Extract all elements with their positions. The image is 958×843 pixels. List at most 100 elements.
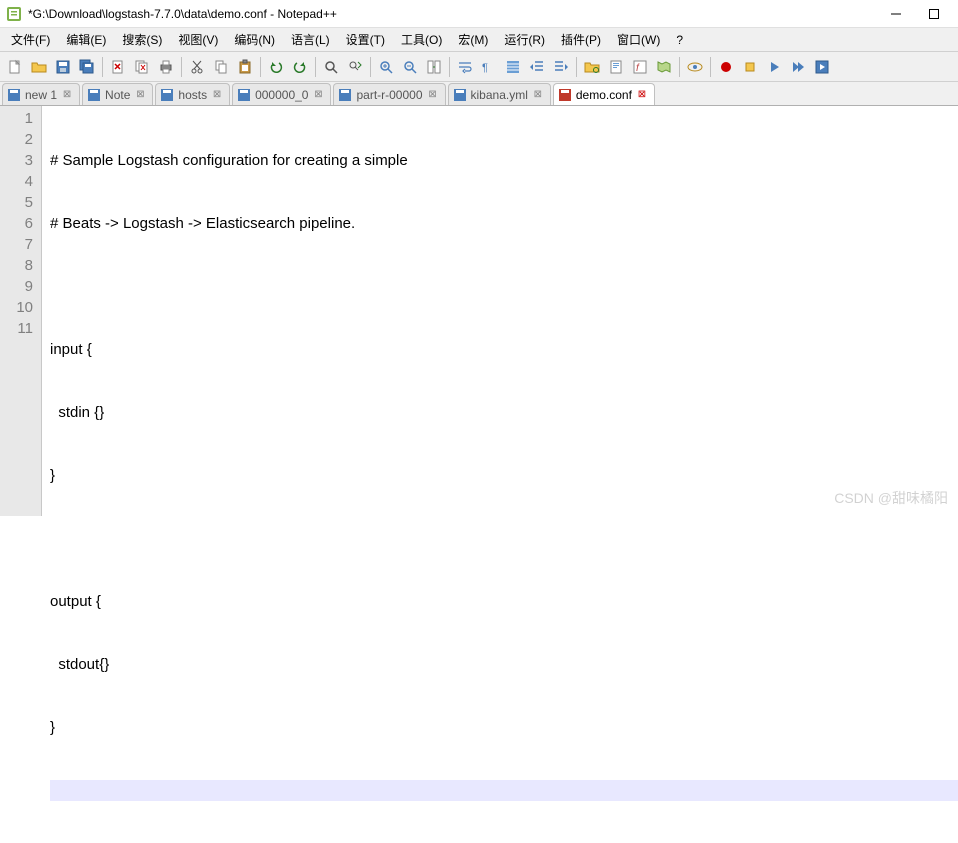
code-line: stdout{} bbox=[50, 654, 958, 675]
file-icon bbox=[237, 88, 251, 102]
redo-icon[interactable] bbox=[289, 56, 311, 78]
tab-close-icon[interactable]: ⊠ bbox=[211, 89, 223, 101]
menu-plugins[interactable]: 插件(P) bbox=[554, 28, 608, 51]
indent-guide-icon[interactable] bbox=[502, 56, 524, 78]
menu-search[interactable]: 搜索(S) bbox=[115, 28, 169, 51]
tab-note[interactable]: Note ⊠ bbox=[82, 83, 153, 105]
line-number: 1 bbox=[0, 108, 33, 129]
file-icon bbox=[160, 88, 174, 102]
line-number: 7 bbox=[0, 234, 33, 255]
find-icon[interactable] bbox=[320, 56, 342, 78]
menu-macro[interactable]: 宏(M) bbox=[451, 28, 495, 51]
sync-scroll-icon[interactable] bbox=[423, 56, 445, 78]
window-title: *G:\Download\logstash-7.7.0\data\demo.co… bbox=[28, 7, 886, 21]
save-macro-icon[interactable] bbox=[811, 56, 833, 78]
doc-map-icon[interactable] bbox=[605, 56, 627, 78]
line-number: 8 bbox=[0, 255, 33, 276]
menu-edit[interactable]: 编辑(E) bbox=[59, 28, 113, 51]
toolbar-separator bbox=[102, 57, 103, 77]
toolbar-separator bbox=[679, 57, 680, 77]
indent-less-icon[interactable] bbox=[526, 56, 548, 78]
file-icon bbox=[338, 88, 352, 102]
tab-close-icon[interactable]: ⊠ bbox=[636, 89, 648, 101]
tab-bar: new 1 ⊠ Note ⊠ hosts ⊠ 000000_0 ⊠ part-r… bbox=[0, 82, 958, 106]
tab-close-icon[interactable]: ⊠ bbox=[61, 89, 73, 101]
app-icon bbox=[6, 6, 22, 22]
tab-part-r[interactable]: part-r-00000 ⊠ bbox=[333, 83, 445, 105]
menu-encoding[interactable]: 编码(N) bbox=[227, 28, 282, 51]
zoom-in-icon[interactable] bbox=[375, 56, 397, 78]
code-line: } bbox=[50, 717, 958, 738]
toolbar-separator bbox=[315, 57, 316, 77]
file-icon bbox=[87, 88, 101, 102]
replace-icon[interactable] bbox=[344, 56, 366, 78]
minimize-button[interactable] bbox=[886, 4, 906, 24]
map-view-icon[interactable] bbox=[653, 56, 675, 78]
menu-bar: 文件(F) 编辑(E) 搜索(S) 视图(V) 编码(N) 语言(L) 设置(T… bbox=[0, 28, 958, 52]
line-number: 2 bbox=[0, 129, 33, 150]
toolbar-separator bbox=[370, 57, 371, 77]
menu-settings[interactable]: 设置(T) bbox=[339, 28, 392, 51]
tab-label: hosts bbox=[178, 88, 207, 102]
folder-view-icon[interactable] bbox=[581, 56, 603, 78]
func-list-icon[interactable]: f bbox=[629, 56, 651, 78]
toolbar-separator bbox=[449, 57, 450, 77]
tab-hosts[interactable]: hosts ⊠ bbox=[155, 83, 230, 105]
menu-language[interactable]: 语言(L) bbox=[284, 28, 337, 51]
line-number: 9 bbox=[0, 276, 33, 297]
maximize-button[interactable] bbox=[924, 4, 944, 24]
menu-file[interactable]: 文件(F) bbox=[4, 28, 57, 51]
tab-000000[interactable]: 000000_0 ⊠ bbox=[232, 83, 331, 105]
menu-window[interactable]: 窗口(W) bbox=[610, 28, 667, 51]
tab-label: new 1 bbox=[25, 88, 57, 102]
tab-close-icon[interactable]: ⊠ bbox=[532, 89, 544, 101]
record-macro-icon[interactable] bbox=[715, 56, 737, 78]
code-line: input { bbox=[50, 339, 958, 360]
tab-close-icon[interactable]: ⊠ bbox=[312, 89, 324, 101]
svg-text:¶: ¶ bbox=[482, 62, 488, 74]
copy-icon[interactable] bbox=[210, 56, 232, 78]
menu-run[interactable]: 运行(R) bbox=[497, 28, 552, 51]
code-line: } bbox=[50, 465, 958, 486]
toolbar-separator bbox=[181, 57, 182, 77]
all-chars-icon[interactable]: ¶ bbox=[478, 56, 500, 78]
code-line: # Beats -> Logstash -> Elasticsearch pip… bbox=[50, 213, 958, 234]
close-all-icon[interactable] bbox=[131, 56, 153, 78]
line-number: 11 bbox=[0, 318, 33, 339]
cut-icon[interactable] bbox=[186, 56, 208, 78]
close-icon[interactable] bbox=[107, 56, 129, 78]
indent-more-icon[interactable] bbox=[550, 56, 572, 78]
undo-icon[interactable] bbox=[265, 56, 287, 78]
code-area[interactable]: # Sample Logstash configuration for crea… bbox=[42, 106, 958, 516]
play-multi-icon[interactable] bbox=[787, 56, 809, 78]
toolbar-separator bbox=[710, 57, 711, 77]
file-icon bbox=[453, 88, 467, 102]
line-number: 4 bbox=[0, 171, 33, 192]
line-number: 6 bbox=[0, 213, 33, 234]
menu-view[interactable]: 视图(V) bbox=[171, 28, 225, 51]
code-line bbox=[50, 276, 958, 297]
zoom-out-icon[interactable] bbox=[399, 56, 421, 78]
code-line: stdin {} bbox=[50, 402, 958, 423]
tab-label: part-r-00000 bbox=[356, 88, 422, 102]
paste-icon[interactable] bbox=[234, 56, 256, 78]
save-all-icon[interactable] bbox=[76, 56, 98, 78]
monitor-icon[interactable] bbox=[684, 56, 706, 78]
open-file-icon[interactable] bbox=[28, 56, 50, 78]
tab-close-icon[interactable]: ⊠ bbox=[134, 89, 146, 101]
menu-help[interactable]: ? bbox=[669, 30, 690, 50]
new-file-icon[interactable] bbox=[4, 56, 26, 78]
play-macro-icon[interactable] bbox=[763, 56, 785, 78]
wordwrap-icon[interactable] bbox=[454, 56, 476, 78]
tab-new-1[interactable]: new 1 ⊠ bbox=[2, 83, 80, 105]
window-controls bbox=[886, 4, 954, 24]
menu-tools[interactable]: 工具(O) bbox=[394, 28, 449, 51]
print-icon[interactable] bbox=[155, 56, 177, 78]
save-icon[interactable] bbox=[52, 56, 74, 78]
stop-macro-icon[interactable] bbox=[739, 56, 761, 78]
tab-demo-conf[interactable]: demo.conf ⊠ bbox=[553, 83, 655, 105]
tab-kibana[interactable]: kibana.yml ⊠ bbox=[448, 83, 551, 105]
tab-close-icon[interactable]: ⊠ bbox=[427, 89, 439, 101]
toolbar-separator bbox=[260, 57, 261, 77]
title-bar: *G:\Download\logstash-7.7.0\data\demo.co… bbox=[0, 0, 958, 28]
